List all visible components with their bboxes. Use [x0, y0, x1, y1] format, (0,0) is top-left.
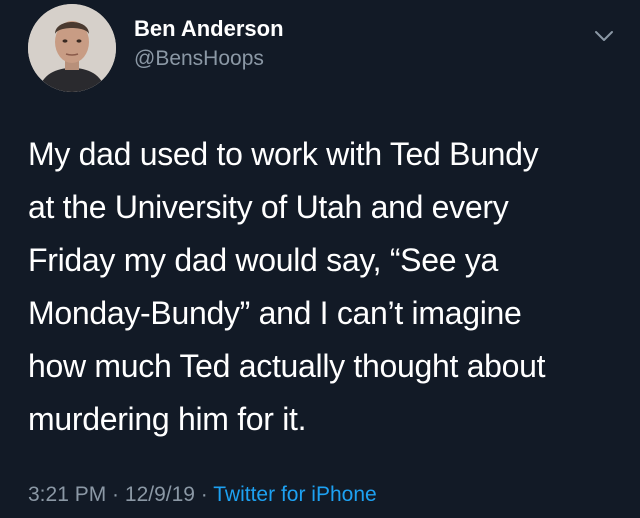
tweet-date[interactable]: 12/9/19: [125, 483, 195, 506]
tweet-text-line: how much Ted actually thought about: [28, 348, 546, 384]
tweet-meta: 3:21 PM · 12/9/19 · Twitter for iPhone: [28, 482, 377, 508]
tweet-text-line: My dad used to work with Ted Bundy: [28, 136, 539, 172]
meta-separator: ·: [194, 483, 214, 506]
avatar[interactable]: [28, 4, 116, 92]
tweet-card: Ben Anderson @BensHoops My dad used to w…: [0, 0, 640, 518]
author-handle[interactable]: @BensHoops: [134, 46, 264, 72]
tweet-source-link[interactable]: Twitter for iPhone: [213, 483, 376, 506]
tweet-text-line: Monday-Bundy” and I can’t imagine: [28, 295, 522, 331]
meta-separator: ·: [106, 483, 125, 506]
chevron-down-icon[interactable]: [592, 24, 616, 48]
profile-photo-icon: [28, 4, 116, 92]
tweet-time[interactable]: 3:21 PM: [28, 483, 106, 506]
tweet-text: My dad used to work with Ted Bundy at th…: [28, 128, 628, 446]
tweet-text-line: murdering him for it.: [28, 401, 307, 437]
tweet-text-line: at the University of Utah and every: [28, 189, 509, 225]
tweet-text-line: Friday my dad would say, “See ya: [28, 242, 499, 278]
author-name[interactable]: Ben Anderson: [134, 16, 284, 42]
